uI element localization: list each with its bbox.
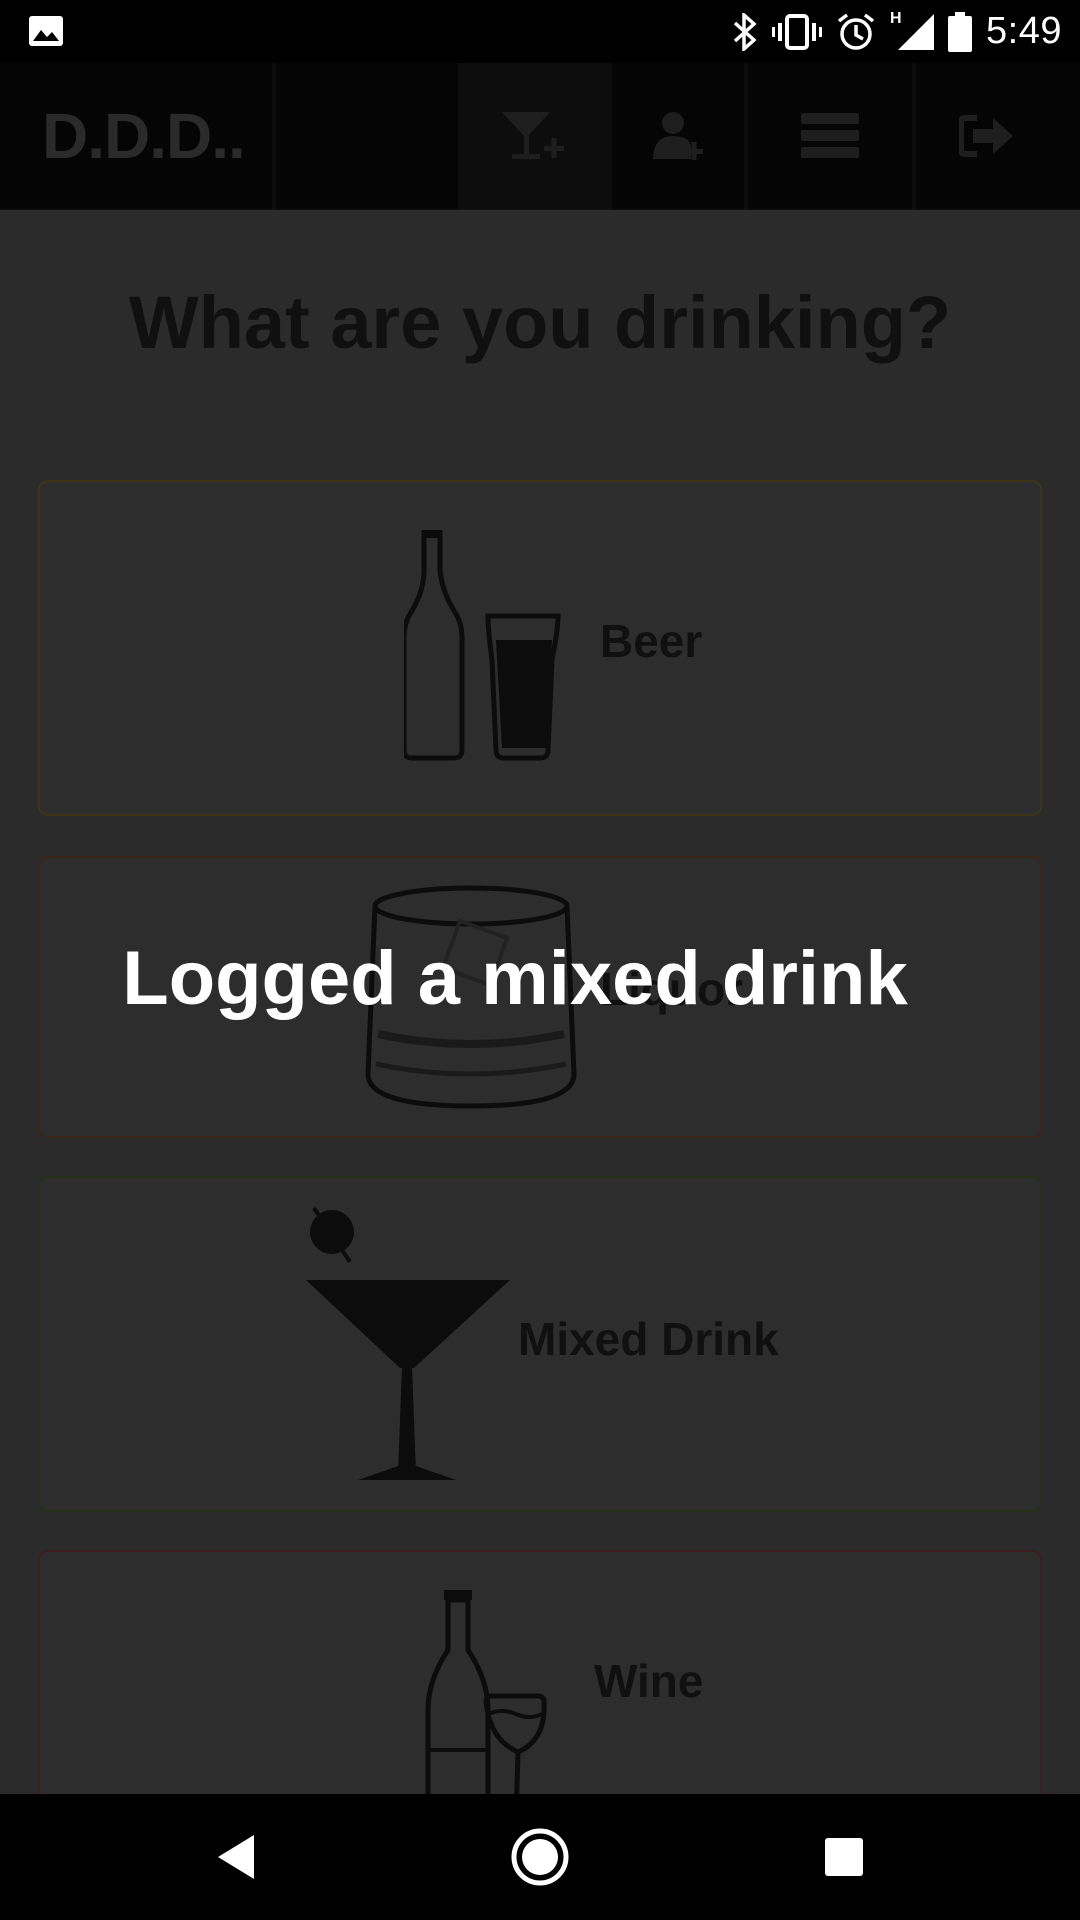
alarm-icon [837, 13, 875, 50]
signal-icon: H [890, 10, 935, 52]
option-wine-card[interactable]: Wine [38, 1550, 1042, 1794]
back-button[interactable] [156, 1794, 316, 1920]
beer-icon [404, 530, 561, 761]
page-title: What are you drinking? [128, 281, 952, 364]
vibrate-icon [772, 13, 823, 50]
liquor-glass-icon [365, 885, 577, 1109]
status-bar: H 5:49 [0, 0, 1080, 63]
logout-button[interactable] [916, 63, 1056, 209]
cocktail-plus-icon [502, 112, 564, 159]
list-icon [801, 113, 859, 158]
martini-icon [306, 1206, 510, 1480]
logout-icon [959, 115, 1013, 157]
option-label: Wine [594, 1655, 704, 1707]
brand-title[interactable]: D.D.D.. [42, 99, 246, 173]
option-mixed-drink-card[interactable]: Mixed Drink [38, 1176, 1042, 1512]
app-header: D.D.D.. [0, 63, 1080, 210]
option-label: Beer [600, 615, 703, 667]
option-liquor-card[interactable]: Liquor [38, 856, 1042, 1138]
wine-icon [425, 1590, 547, 1794]
image-icon [29, 16, 63, 46]
status-icons: H 5:49 [732, 0, 1062, 63]
option-beer-card[interactable]: Beer [38, 480, 1042, 816]
battery-icon [948, 11, 973, 52]
list-button[interactable] [748, 63, 912, 209]
back-icon [218, 1835, 254, 1879]
drink-picker: What are you drinking? Beer Liquor Mixed… [0, 210, 1080, 1794]
header-divider [272, 63, 276, 209]
navigation-bar [0, 1794, 1080, 1920]
recents-icon [825, 1838, 863, 1876]
bluetooth-icon [733, 12, 757, 51]
clock: 5:49 [986, 10, 1062, 52]
home-button[interactable] [460, 1794, 620, 1920]
add-drink-button[interactable] [458, 63, 608, 209]
recents-button[interactable] [764, 1794, 924, 1920]
user-plus-icon [653, 112, 703, 160]
option-label: Mixed Drink [518, 1313, 779, 1365]
home-icon [511, 1828, 569, 1886]
option-label: Liquor [600, 963, 744, 1015]
add-user-button[interactable] [612, 63, 744, 209]
